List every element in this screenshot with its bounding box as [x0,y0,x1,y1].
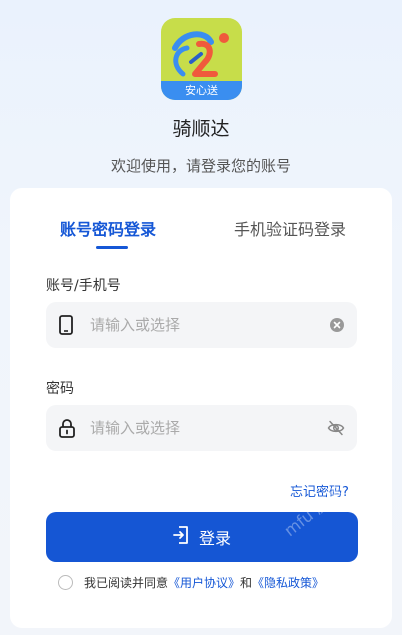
password-input[interactable] [90,405,310,451]
password-label: 密码 [46,381,74,397]
agreement-and: 和 [240,575,253,590]
app-name: 骑顺达 [172,118,230,140]
agreement-row: 我已阅读并同意 《用户协议》 和 《隐私政策》 [58,573,324,591]
lock-icon [58,418,76,442]
phone-icon [58,315,74,339]
agreement-checkbox[interactable] [58,574,73,590]
active-tab-indicator [96,246,128,249]
clear-icon[interactable] [329,317,345,337]
logo-text: 安心送 [161,81,242,100]
privacy-policy-link[interactable]: 《隐私政策》 [252,574,324,591]
eye-off-icon[interactable] [327,420,345,440]
account-field-container [46,302,357,348]
welcome-text: 欢迎使用，请登录您的账号 [110,157,291,175]
password-field-container [46,405,357,451]
tab-password-login[interactable]: 账号密码登录 [60,216,156,240]
account-input[interactable] [90,302,310,348]
login-label: 登录 [198,529,231,548]
agreement-prefix: 我已阅读并同意 [84,575,169,590]
user-agreement-link[interactable]: 《用户协议》 [168,574,240,591]
app-logo: 安心送 [161,18,242,100]
tab-sms-login[interactable]: 手机验证码登录 [234,216,346,240]
account-label: 账号/手机号 [46,278,121,294]
login-icon [173,526,189,548]
